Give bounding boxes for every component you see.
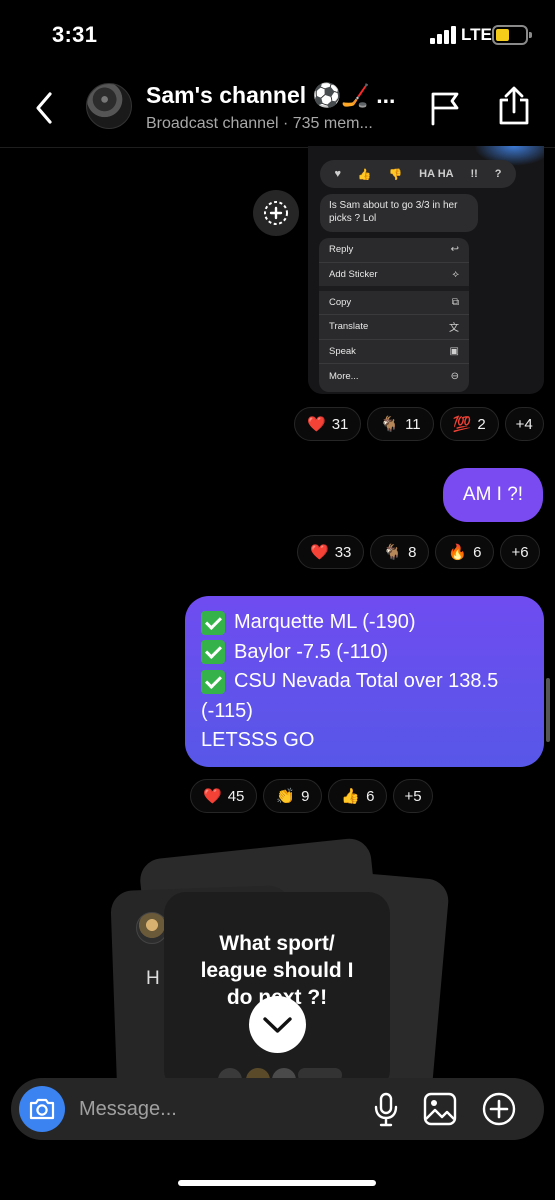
thumbs-down-icon: 👎 (388, 168, 403, 181)
chevron-down-icon (263, 1017, 292, 1033)
sticker-icon: ⟡ (452, 268, 459, 280)
more-icon: ⊖ (450, 370, 459, 382)
channel-title[interactable]: Sam's channel ⚽️🏒 ... (146, 82, 395, 109)
flag-icon (431, 92, 459, 126)
reaction-goat[interactable]: 🐐 8 (370, 535, 430, 569)
reaction-bar: ❤️ 31 🐐 11 💯 2 +4 (294, 407, 544, 441)
message-line: LETSSS GO (201, 729, 315, 751)
message-line: (-115) (201, 699, 253, 722)
copy-icon: ⧉ (451, 296, 459, 308)
clock: 3:31 (52, 22, 98, 47)
menu-item-add-sticker: Add Sticker ⟡ (319, 263, 469, 291)
reaction-fire[interactable]: 🔥 6 (435, 535, 495, 569)
message-bubble[interactable]: AM I ?! (443, 468, 543, 522)
reaction-bar: ❤️ 45 👏 9 👍 6 +5 (190, 779, 433, 813)
message-line: Marquette ML (-190) (201, 608, 528, 638)
scroll-down-button[interactable] (249, 996, 306, 1053)
add-sticker-icon (264, 201, 288, 225)
home-indicator[interactable] (178, 1180, 376, 1186)
channel-subtitle[interactable]: Broadcast channel · 735 mem... (146, 115, 373, 133)
reaction-heart[interactable]: ❤️ 33 (297, 535, 365, 569)
scrollbar[interactable] (546, 678, 550, 742)
plus-circle-icon (482, 1092, 516, 1126)
check-mark-icon (201, 640, 225, 665)
microphone-button[interactable] (373, 1092, 399, 1128)
message-bubble[interactable]: Marquette ML (-190) Baylor -7.5 (-110) C… (185, 596, 544, 767)
exclamation-icon: !! (470, 168, 478, 180)
message-line: CSU Nevada Total over 138.5 (201, 667, 528, 697)
message-composer (11, 1078, 544, 1140)
context-menu: Reply ↩ Add Sticker ⟡ Copy ⧉ Translate 文 Spe… (319, 238, 469, 392)
network-type: LTE (461, 25, 492, 44)
camera-button[interactable] (19, 1086, 65, 1132)
heart-icon: ♥ (334, 168, 341, 180)
more-actions-button[interactable] (481, 1091, 517, 1127)
status-bar: 3:31 LTE (0, 0, 555, 70)
image-attachment[interactable]: ♥ 👍 👎 HA HA !! ? Is Sam about to go 3/3 … (308, 146, 544, 394)
add-reaction-button[interactable] (253, 190, 299, 236)
channel-header: Sam's channel ⚽️🏒 ... Broadcast channel … (0, 70, 555, 148)
message-input[interactable] (79, 1095, 359, 1123)
reply-icon: ↩ (450, 244, 459, 256)
haha-icon: HA HA (419, 168, 454, 180)
reaction-thumbs-up[interactable]: 👍 6 (328, 779, 388, 813)
channel-avatar[interactable] (86, 83, 132, 129)
translate-icon: 文 (449, 323, 459, 335)
report-button[interactable] (428, 90, 462, 126)
microphone-icon (374, 1092, 398, 1127)
card-peek-text: H (146, 968, 160, 989)
message-line: Baylor -7.5 (-110) (201, 638, 528, 668)
menu-item-speak: Speak ▣ (319, 340, 469, 364)
reaction-clap[interactable]: 👏 9 (263, 779, 323, 813)
menu-item-translate: Translate 文 (319, 315, 469, 340)
reaction-heart[interactable]: ❤️ 45 (190, 779, 258, 813)
check-mark-icon (201, 669, 225, 694)
reaction-goat[interactable]: 🐐 11 (367, 407, 434, 441)
reaction-heart[interactable]: ❤️ 31 (294, 407, 362, 441)
question-icon: ? (494, 168, 502, 180)
reaction-more[interactable]: +5 (393, 779, 433, 813)
chevron-left-icon (36, 92, 52, 124)
menu-item-copy: Copy ⧉ (319, 291, 469, 315)
cellular-signal-icon (430, 26, 456, 44)
battery-icon (492, 25, 532, 45)
tapback-bar: ♥ 👍 👎 HA HA !! ? (320, 160, 516, 188)
reaction-bar: ❤️ 33 🐐 8 🔥 6 +6 (297, 535, 540, 569)
reaction-hundred[interactable]: 💯 2 (439, 407, 499, 441)
reaction-more[interactable]: +4 (504, 407, 544, 441)
gallery-button[interactable] (423, 1092, 457, 1126)
camera-icon (29, 1098, 55, 1120)
quoted-message: Is Sam about to go 3/3 in her picks ? Lo… (320, 194, 478, 232)
share-button[interactable] (496, 86, 532, 126)
share-icon (499, 86, 529, 125)
gallery-icon (423, 1092, 457, 1126)
menu-item-more: More... ⊖ (329, 370, 459, 382)
thumbs-up-icon: 👍 (357, 168, 372, 181)
reaction-more[interactable]: +6 (500, 535, 540, 569)
menu-item-reply: Reply ↩ (319, 238, 469, 263)
speak-icon: ▣ (449, 345, 459, 357)
check-mark-icon (201, 610, 225, 635)
back-button[interactable] (30, 88, 60, 128)
